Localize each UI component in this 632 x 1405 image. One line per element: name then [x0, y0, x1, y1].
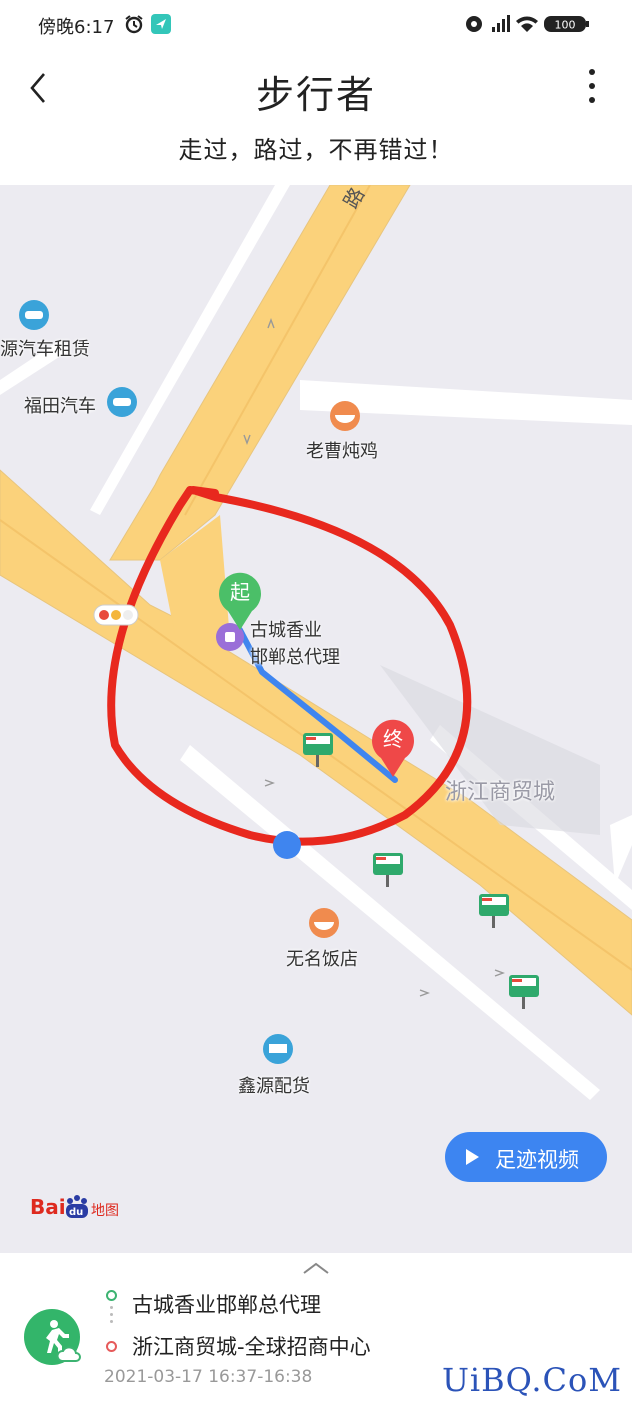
route-connector: [110, 1306, 113, 1327]
alarm-icon: [124, 14, 144, 38]
poi-incense-shop[interactable]: 古城香业: [250, 616, 322, 642]
svg-text:du: du: [69, 1207, 83, 1218]
nfc-icon: [466, 16, 482, 32]
end-point-dot: [106, 1341, 117, 1352]
cloud-icon: [56, 1346, 81, 1362]
map-canvas: 路 起 终: [0, 185, 632, 1100]
svg-text:Bai: Bai: [30, 1195, 66, 1219]
start-location: 古城香业邯郸总代理: [132, 1293, 321, 1317]
bus-stop-icon: [479, 894, 509, 928]
location-icon: [273, 831, 301, 859]
end-location: 浙江商贸城-全球招商中心: [132, 1335, 371, 1359]
watermark: UiBQ.CoM: [441, 1361, 622, 1399]
status-time: 傍晚6:17: [38, 17, 115, 38]
restaurant-icon: [330, 401, 360, 431]
car-icon: [19, 300, 49, 330]
svg-text:地图: 地图: [91, 1203, 119, 1219]
footprint-video-label: 足迹视频: [495, 1148, 579, 1172]
page-title: 步行者: [255, 73, 376, 117]
more-vertical-icon: [589, 69, 595, 103]
car-icon: [107, 387, 137, 417]
signal-icon: [492, 15, 510, 32]
wifi-icon: [516, 16, 538, 32]
truck-icon: [263, 1034, 293, 1064]
start-point-dot: [106, 1290, 117, 1301]
restaurant-icon: [309, 908, 339, 938]
chevron-up-icon[interactable]: [302, 1261, 330, 1275]
svg-text:起: 起: [230, 580, 250, 604]
page-subtitle: 走过，路过，不再错过！: [178, 136, 454, 164]
app-notification-icon: [151, 14, 171, 34]
status-bar: 傍晚6:17 100: [0, 0, 632, 50]
play-icon: [466, 1149, 479, 1165]
svg-text:终: 终: [383, 727, 403, 751]
poi-zhejiang-mall[interactable]: 浙江商贸城: [445, 774, 555, 806]
map-view[interactable]: 路 起 终 源汽车租赁 福田汽车 老曹炖鸡 古城香业 邯郸总代理 浙江商贸城 无…: [0, 185, 632, 1253]
traffic-light-icon: [93, 604, 139, 626]
poi-nameless-restaurant[interactable]: 无名饭店: [286, 945, 358, 971]
app-header: 步行者 走过，路过，不再错过！: [0, 50, 632, 185]
more-menu-button[interactable]: [582, 66, 602, 110]
footprint-video-button[interactable]: 足迹视频: [445, 1132, 607, 1182]
poi-xinyuan-delivery[interactable]: 鑫源配货: [238, 1072, 310, 1098]
record-time: 2021-03-17 16:37-16:38: [104, 1367, 313, 1387]
poi-futian-auto[interactable]: 福田汽车: [24, 392, 96, 418]
poi-car-rental[interactable]: 源汽车租赁: [0, 335, 90, 361]
poi-chicken-restaurant[interactable]: 老曹炖鸡: [306, 437, 378, 463]
poi-incense-shop-line2[interactable]: 邯郸总代理: [250, 643, 340, 669]
battery-level: 100: [555, 19, 576, 32]
bus-stop-icon: [373, 853, 403, 887]
bus-stop-icon: [509, 975, 539, 1009]
footprint-record-panel[interactable]: 古城香业邯郸总代理 浙江商贸城-全球招商中心 2021-03-17 16:37-…: [0, 1253, 632, 1405]
status-icons: 100: [464, 12, 594, 36]
